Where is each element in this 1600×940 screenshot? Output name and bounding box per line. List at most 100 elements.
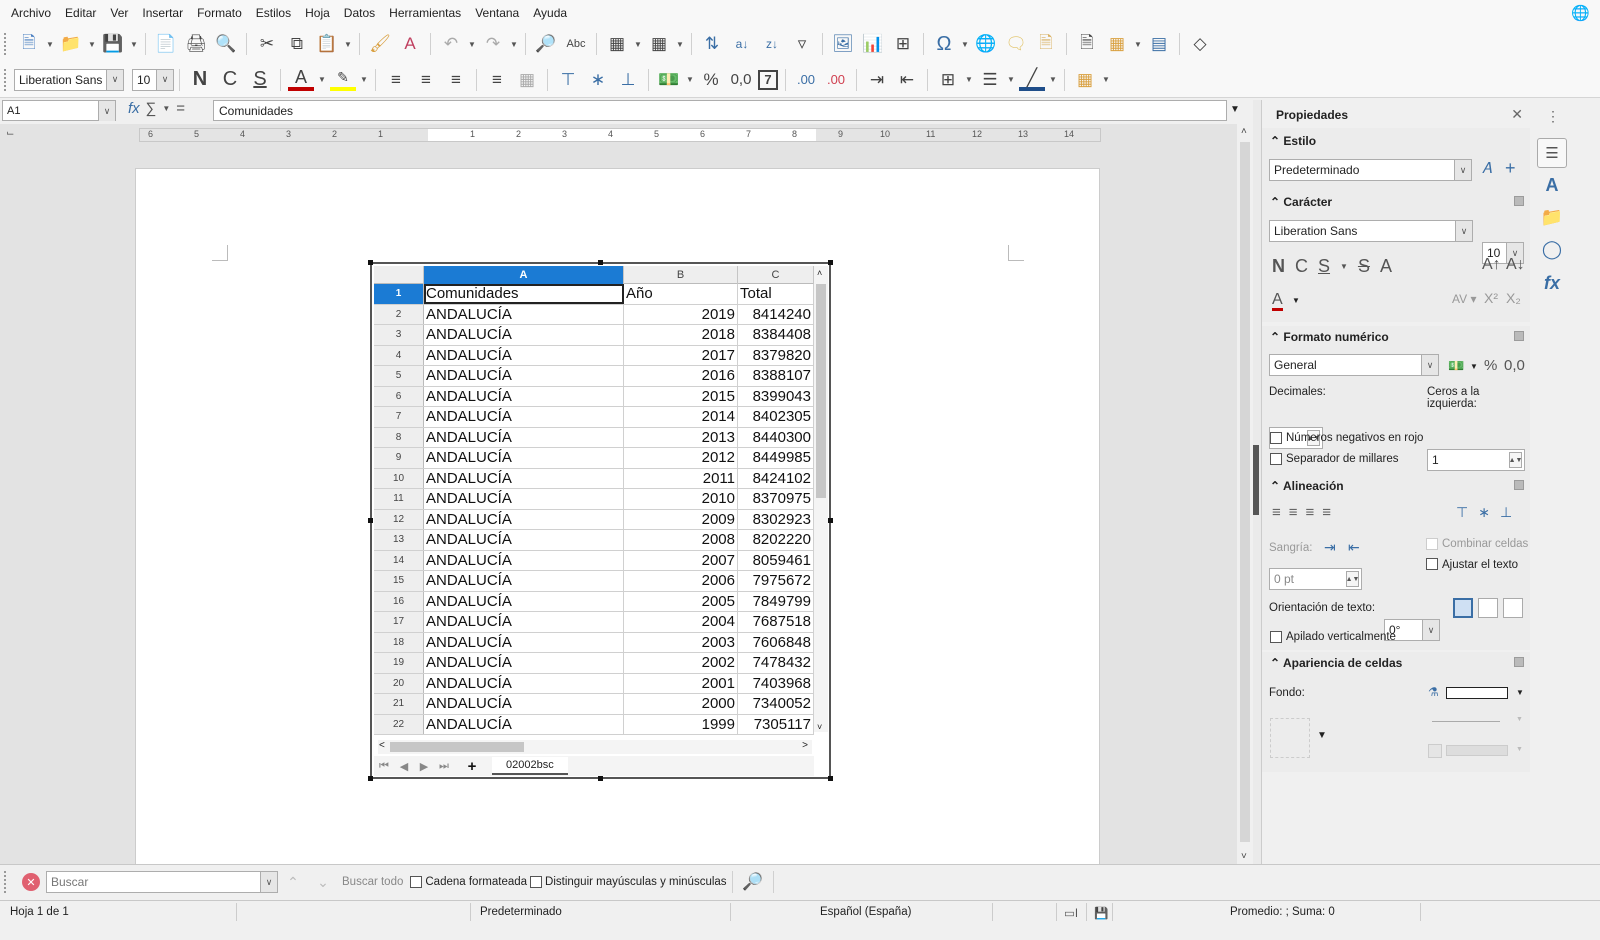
cell-A15[interactable]: ANDALUCÍA <box>424 571 624 591</box>
cell-B17[interactable]: 2004 <box>624 612 738 632</box>
align-right-icon[interactable]: ≡ <box>1306 504 1315 521</box>
resize-handle[interactable] <box>598 260 603 265</box>
cell-B12[interactable]: 2009 <box>624 509 738 529</box>
first-sheet-icon[interactable]: ⏮ <box>374 760 394 773</box>
save-icon[interactable]: 💾 <box>100 31 126 57</box>
pivot-table-icon[interactable]: ⊞ <box>890 31 916 57</box>
justify-icon[interactable]: ≡ <box>1322 504 1331 521</box>
cell-A6[interactable]: ANDALUCÍA <box>424 386 624 406</box>
chevron-down-icon[interactable]: ▼ <box>632 31 644 57</box>
row-header[interactable]: 21 <box>374 694 424 714</box>
chevron-down-icon[interactable]: ▼ <box>1516 688 1524 697</box>
resize-handle[interactable] <box>368 776 373 781</box>
print-icon[interactable]: 🖨 <box>183 31 209 57</box>
chevron-down-icon[interactable]: ▼ <box>466 31 478 57</box>
row-header[interactable]: 17 <box>374 612 424 632</box>
chevron-down-icon[interactable]: ▼ <box>963 67 975 93</box>
cell-C19[interactable]: 7478432 <box>738 653 814 673</box>
more-options-icon[interactable] <box>1514 196 1524 206</box>
row-header[interactable]: 16 <box>374 591 424 611</box>
row-header[interactable]: 19 <box>374 653 424 673</box>
sidebar-resize-handle[interactable] <box>1253 100 1261 864</box>
menu-insertar[interactable]: Insertar <box>135 6 190 20</box>
chevron-down-icon[interactable]: ▼ <box>358 67 370 93</box>
section-heading[interactable]: ⌃ Estilo <box>1270 134 1316 148</box>
chevron-down-icon[interactable]: ∨ <box>106 69 123 90</box>
negativos-checkbox[interactable] <box>1270 432 1282 444</box>
chevron-down-icon[interactable]: ▼ <box>44 31 56 57</box>
column-header-c[interactable]: C <box>738 266 814 284</box>
find-all-button[interactable]: Buscar todo <box>342 876 403 888</box>
orientation-top-icon[interactable] <box>1478 598 1498 618</box>
sidebar-font-combo[interactable]: Liberation Sans ∨ <box>1269 220 1473 242</box>
column-header-b[interactable]: B <box>624 266 738 284</box>
resize-handle[interactable] <box>828 260 833 265</box>
special-character-icon[interactable]: Ω <box>931 31 957 57</box>
formula-input[interactable]: Comunidades <box>213 100 1227 121</box>
section-heading[interactable]: ⌃ Formato numérico <box>1270 330 1389 344</box>
date-format-button[interactable]: 7 <box>758 69 778 90</box>
cell-B8[interactable]: 2013 <box>624 427 738 447</box>
cell-C2[interactable]: 8414240 <box>738 304 814 324</box>
next-sheet-icon[interactable]: ▶ <box>414 760 434 773</box>
menu-archivo[interactable]: Archivo <box>4 6 58 20</box>
previous-sheet-icon[interactable]: ◀ <box>394 760 414 773</box>
bold-icon[interactable]: N <box>1272 256 1285 277</box>
align-right-icon[interactable]: ≡ <box>443 67 469 93</box>
decrease-indent-icon[interactable]: ⇤ <box>1348 539 1360 556</box>
menu-ayuda[interactable]: Ayuda <box>526 6 574 20</box>
chevron-down-icon[interactable]: ▼ <box>508 31 520 57</box>
align-top-icon[interactable]: ⊤ <box>1456 504 1468 521</box>
resize-handle[interactable] <box>828 518 833 523</box>
background-color-swatch[interactable] <box>1446 687 1508 699</box>
cell-C12[interactable]: 8302923 <box>738 509 814 529</box>
separador-checkbox[interactable] <box>1270 453 1282 465</box>
cell-B2[interactable]: 2019 <box>624 304 738 324</box>
resize-handle[interactable] <box>368 260 373 265</box>
toolbar-grip[interactable] <box>4 68 8 91</box>
column-icon[interactable]: ▦ <box>646 31 672 57</box>
name-box[interactable]: A1 ∨ <box>2 100 116 121</box>
open-folder-icon[interactable]: 📁 <box>58 31 84 57</box>
row-header[interactable]: 11 <box>374 489 424 509</box>
cell-A7[interactable]: ANDALUCÍA <box>424 407 624 427</box>
align-middle-icon[interactable]: ∗ <box>1478 504 1490 521</box>
menu-datos[interactable]: Datos <box>337 6 382 20</box>
chevron-down-icon[interactable]: ▼ <box>1317 730 1327 741</box>
cell-A21[interactable]: ANDALUCÍA <box>424 694 624 714</box>
menu-ver[interactable]: Ver <box>103 6 135 20</box>
chevron-down-icon[interactable]: ∨ <box>1421 355 1438 375</box>
sort-descending-icon[interactable]: z↓ <box>759 31 785 57</box>
chevron-down-icon[interactable]: ▼ <box>1047 67 1059 93</box>
chevron-down-icon[interactable]: ∨ <box>98 101 115 121</box>
decrease-indent-icon[interactable]: ⇤ <box>894 67 920 93</box>
cell-C18[interactable]: 7606848 <box>738 632 814 652</box>
row-header[interactable]: 10 <box>374 468 424 488</box>
more-options-icon[interactable] <box>1514 331 1524 341</box>
strikethrough-icon[interactable]: S <box>1358 256 1370 277</box>
language[interactable]: Español (España) <box>820 906 911 918</box>
row-header[interactable]: 12 <box>374 509 424 529</box>
align-bottom-icon[interactable]: ⊥ <box>1500 504 1512 521</box>
cell-B13[interactable]: 2008 <box>624 530 738 550</box>
last-sheet-icon[interactable]: ⏭ <box>434 760 454 773</box>
cell-A9[interactable]: ANDALUCÍA <box>424 448 624 468</box>
increase-indent-icon[interactable]: ⇥ <box>864 67 890 93</box>
match-case-checkbox[interactable] <box>530 876 543 888</box>
ceros-spinner[interactable]: 1 ▲▼ <box>1427 449 1525 471</box>
conditional-format-icon[interactable]: ▦ <box>1072 67 1098 93</box>
row-header[interactable]: 13 <box>374 530 424 550</box>
scroll-down-icon[interactable]: ˅ <box>1241 851 1247 862</box>
new-document-icon[interactable]: 🗎 <box>16 31 42 57</box>
cell-B1[interactable]: Año <box>624 284 738 304</box>
resize-handle[interactable] <box>598 776 603 781</box>
chevron-down-icon[interactable]: ▼ <box>1292 296 1300 305</box>
page-style[interactable]: Predeterminado <box>480 906 562 918</box>
cell-A3[interactable]: ANDALUCÍA <box>424 325 624 345</box>
clear-formatting-icon[interactable]: A <box>397 31 423 57</box>
increase-font-size-icon[interactable]: A↑ <box>1482 256 1501 274</box>
resize-handle[interactable] <box>828 776 833 781</box>
decrease-font-size-icon[interactable]: A↓ <box>1506 256 1525 274</box>
cell-C10[interactable]: 8424102 <box>738 468 814 488</box>
sort-icon[interactable]: ⇅ <box>699 31 725 57</box>
